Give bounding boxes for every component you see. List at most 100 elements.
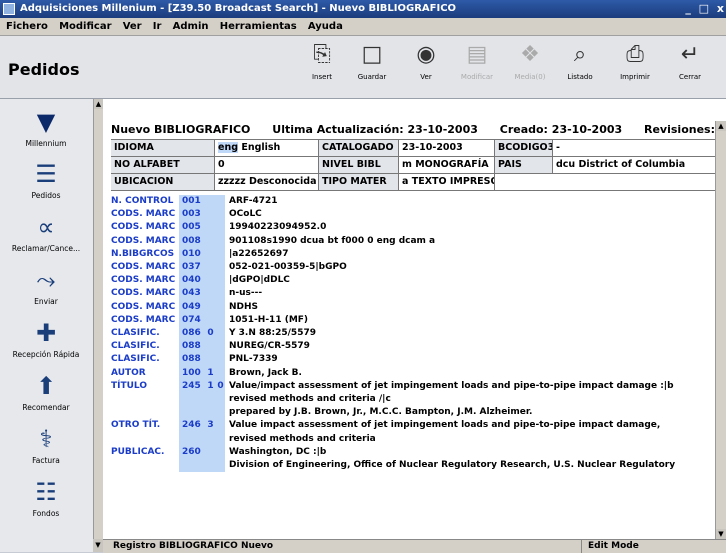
ubicacion-field[interactable]: zzzzz Desconocida: [215, 174, 319, 190]
menu-admin[interactable]: Admin: [169, 18, 213, 35]
bcodigo3-label: BCODIGO3: [495, 140, 553, 156]
sidebar-item-fondos[interactable]: ☷ Fondos: [0, 477, 92, 518]
field-value[interactable]: Value impact assessment of jet impingeme…: [229, 419, 660, 432]
field-value[interactable]: 901108s1990 dcua bt f000 0 eng dcam a: [229, 235, 435, 248]
field-value[interactable]: 052-021-00359-5|bGPO: [229, 261, 347, 274]
field-tag: 245: [179, 379, 205, 393]
sidebar-item-recepcion-rapida[interactable]: ✚ Recepción Rápida: [0, 318, 92, 359]
module-title: Pedidos: [8, 60, 80, 79]
field-tag: 010: [179, 247, 205, 261]
sidebar-item-factura[interactable]: ⚕ Factura: [0, 424, 92, 465]
menu-herramientas[interactable]: Herramientas: [216, 18, 301, 35]
media-icon: ❖: [520, 42, 540, 67]
app-icon: [3, 3, 15, 15]
save-button[interactable]: □ Guardar: [342, 40, 402, 96]
field-tag: 043: [179, 287, 205, 301]
menu-ayuda[interactable]: Ayuda: [304, 18, 347, 35]
claim-cancel-icon: ∝: [37, 213, 55, 241]
menu-fichero[interactable]: Fichero: [0, 18, 52, 35]
main-scrollbar[interactable]: ▲ ▼: [715, 121, 726, 539]
field-name-label: CODS. MARC: [111, 222, 176, 233]
holdings-icon: ☷: [35, 478, 57, 506]
field-tag: 003: [179, 208, 205, 222]
field-value[interactable]: |a22652697: [229, 248, 288, 261]
scroll-up-arrow-icon[interactable]: ▲: [716, 121, 726, 131]
fixed-fields-row-3: UBICACION zzzzz Desconocida TIPO MATER a…: [111, 173, 717, 190]
scroll-up-arrow-icon[interactable]: ▲: [94, 99, 103, 109]
field-tag: 088: [179, 353, 205, 367]
view-icon: ◉: [416, 42, 436, 67]
bcodigo3-field[interactable]: -: [553, 140, 717, 156]
field-tag: 049: [179, 300, 205, 314]
field-value[interactable]: Value/impact assessment of jet impingeme…: [229, 380, 674, 393]
record-header: Nuevo BIBLIOGRAFICO Ultima Actualización…: [111, 123, 721, 137]
sidebar-item-reclamar[interactable]: ∝ Reclamar/Cance...: [0, 212, 92, 253]
window-title: Adquisiciones Millenium - [Z39.50 Broadc…: [20, 3, 457, 14]
orders-icon: ☰: [35, 160, 57, 188]
print-button[interactable]: ⎙ Imprimir: [605, 40, 665, 96]
field-value[interactable]: |dGPO|dDLC: [229, 274, 290, 287]
pais-label: PAIS: [495, 157, 553, 173]
field-name-label: TÍTULO: [111, 380, 147, 391]
menu-modificar[interactable]: Modificar: [55, 18, 115, 35]
sidebar-item-millennium[interactable]: ▼ Millennium: [0, 107, 92, 148]
catalogado-label: CATALOGADO: [319, 140, 399, 156]
field-value[interactable]: NDHS: [229, 301, 258, 314]
field-value[interactable]: prepared by J.B. Brown, Jr., M.C.C. Bamp…: [229, 406, 532, 419]
field-name-label: CLASIFIC.: [111, 354, 160, 365]
field-tag: 246: [179, 419, 205, 433]
close-button[interactable]: ↵ Cerrar: [660, 40, 720, 96]
record-type: Nuevo BIBLIOGRAFICO: [111, 123, 251, 136]
status-bar: Registro BIBLIOGRAFICO Nuevo Edit Mode: [103, 539, 726, 553]
no-alfabet-label: NO ALFABET: [111, 157, 215, 173]
sidebar-scroll-down-icon[interactable]: ▼: [93, 539, 103, 552]
field-value[interactable]: PNL-7339: [229, 353, 278, 366]
scroll-down-arrow-icon[interactable]: ▼: [716, 529, 726, 539]
field-indicator-1: 1: [206, 379, 215, 393]
menu-ver[interactable]: Ver: [119, 18, 146, 35]
window-controls[interactable]: _ □ x: [685, 2, 726, 16]
nivel-bibl-field[interactable]: m MONOGRAFÍA: [399, 157, 495, 173]
catalogado-field[interactable]: 23-10-2003: [399, 140, 495, 156]
field-name-label: CODS. MARC: [111, 209, 176, 220]
field-value[interactable]: ARF-4721: [229, 195, 278, 208]
field-value[interactable]: Brown, Jack B.: [229, 367, 302, 380]
listado-button[interactable]: ⌕ Listado: [550, 40, 610, 96]
send-icon: ⤳: [36, 266, 56, 294]
field-value[interactable]: revised methods and criteria: [229, 433, 376, 446]
field-value[interactable]: NUREG/CR-5579: [229, 340, 310, 353]
no-alfabet-field[interactable]: 0: [215, 157, 319, 173]
idioma-field[interactable]: eng English: [215, 140, 319, 156]
field-name-label: N. CONTROL: [111, 196, 174, 206]
field-value[interactable]: 19940223094952.0: [229, 221, 326, 234]
field-value[interactable]: Y 3.N 88:25/5579: [229, 327, 316, 340]
millennium-logo-icon: ▼: [36, 108, 56, 136]
field-value[interactable]: OCoLC: [229, 208, 262, 221]
field-name-label: OTRO TÍT.: [111, 420, 161, 431]
field-value[interactable]: Division of Engineering, Office of Nucle…: [229, 459, 675, 472]
field-value[interactable]: 1051-H-11 (MF): [229, 314, 308, 327]
revisions: Revisiones: 0: [644, 123, 721, 136]
field-value[interactable]: revised methods and criteria /|c: [229, 393, 391, 406]
sidebar: ▼ Millennium ☰ Pedidos ∝ Reclamar/Cance.…: [0, 99, 104, 552]
menu-ir[interactable]: Ir: [149, 18, 166, 35]
field-name-label: AUTOR: [111, 367, 146, 378]
recommend-icon: ⬆: [35, 372, 57, 400]
field-name-label: CODS. MARC: [111, 301, 176, 312]
tipo-mater-field[interactable]: a TEXTO IMPRESO: [399, 174, 495, 190]
sidebar-scrollbar[interactable]: ▲ ▼: [93, 99, 103, 552]
last-updated: Ultima Actualización: 23-10-2003: [272, 123, 478, 136]
sidebar-item-recomendar[interactable]: ⬆ Recomendar: [0, 371, 92, 412]
sidebar-item-pedidos[interactable]: ☰ Pedidos: [0, 159, 92, 200]
created-date: Creado: 23-10-2003: [499, 123, 623, 136]
modify-button[interactable]: ▤ Modificar: [447, 40, 507, 96]
sidebar-item-enviar[interactable]: ⤳ Enviar: [0, 265, 92, 306]
invoice-icon: ⚕: [39, 425, 53, 453]
field-value[interactable]: n-us---: [229, 287, 262, 300]
tipo-mater-label: TIPO MATER: [319, 174, 399, 190]
pais-field[interactable]: dcu District of Columbia: [553, 157, 717, 173]
field-tag: 037: [179, 261, 205, 274]
field-tag: 074: [179, 313, 205, 327]
toolbar: Pedidos ⎘ Insert □ Guardar ◉ Ver ▤ Modif…: [0, 36, 726, 99]
field-value[interactable]: Washington, DC :|b: [229, 446, 326, 459]
